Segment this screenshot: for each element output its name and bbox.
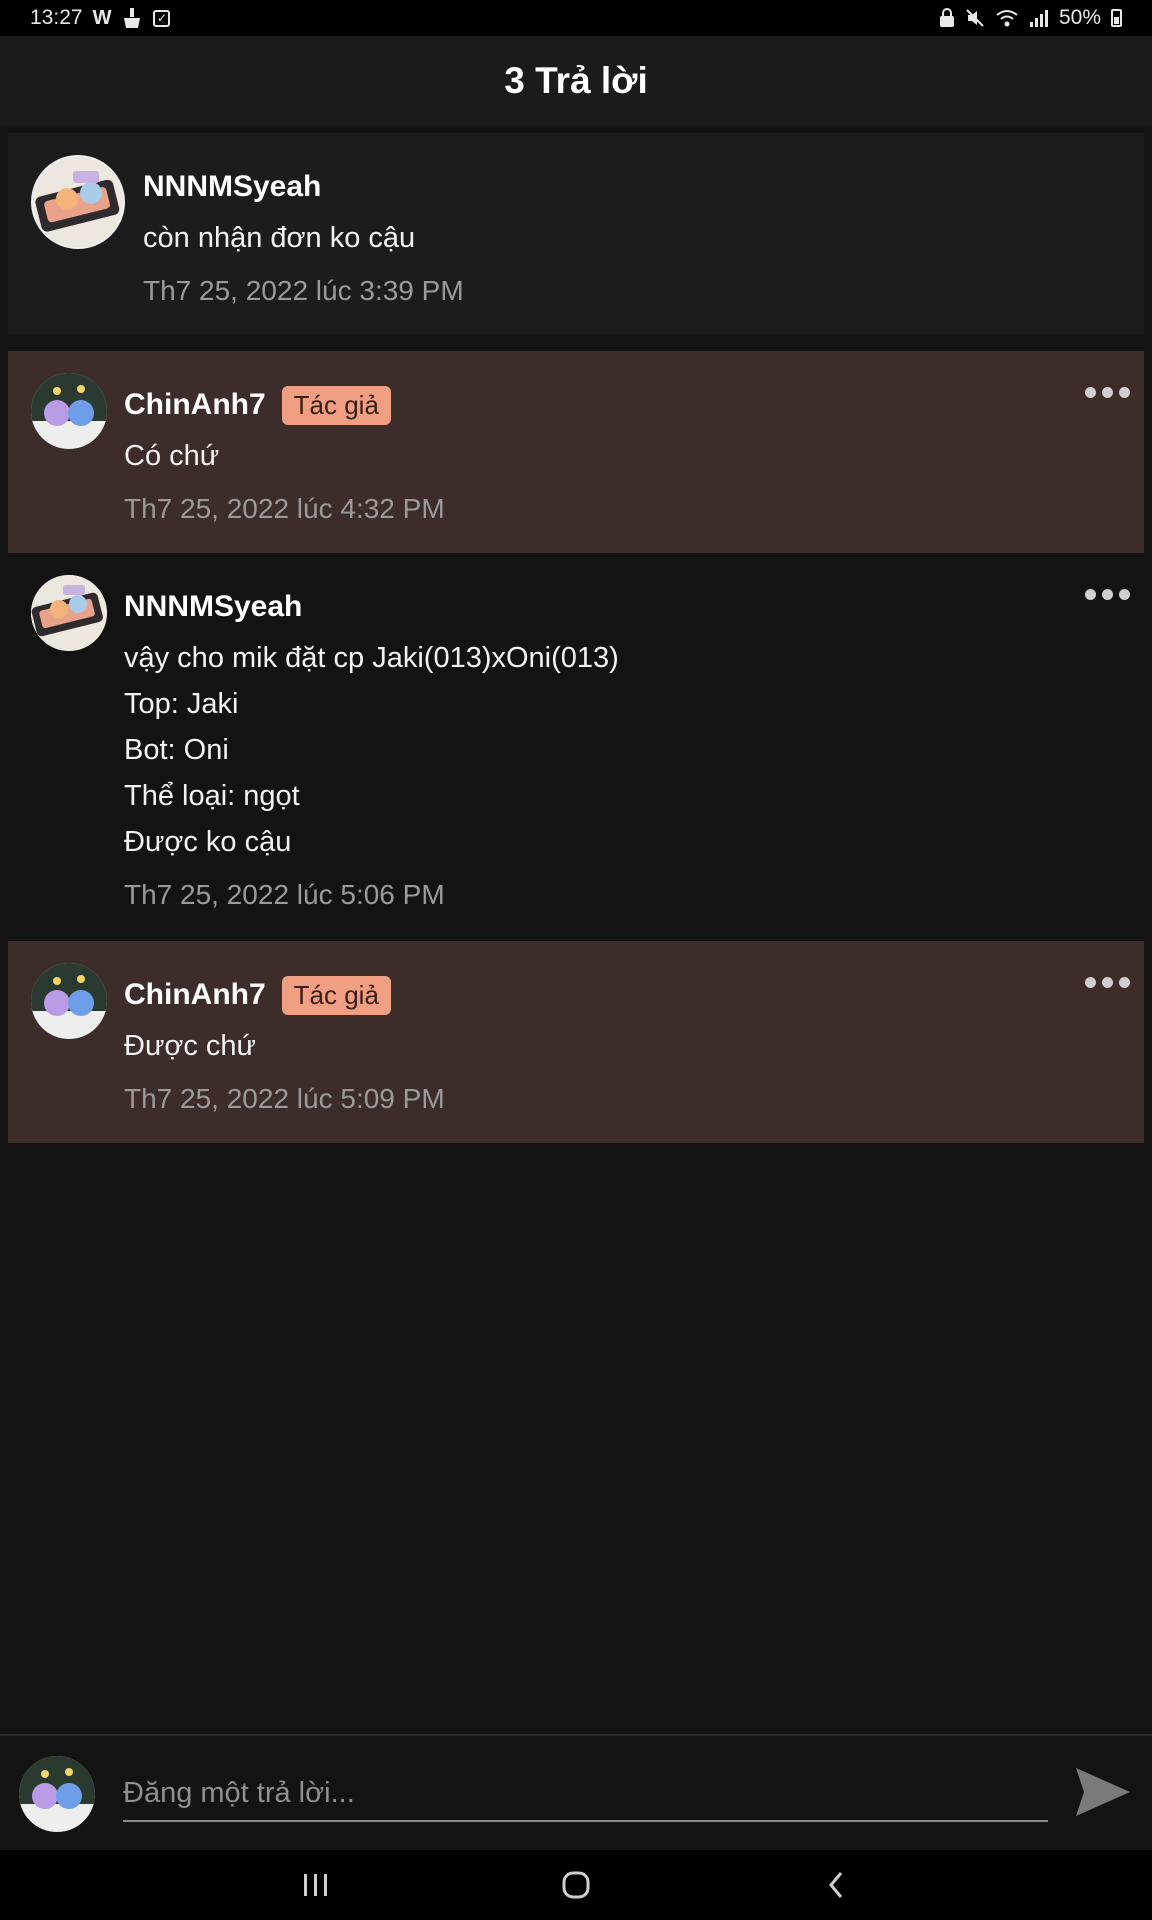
comment-body: ChinAnh7 Tác giả Có chứ Th7 25, 2022 lúc… <box>124 383 445 525</box>
name-row: ChinAnh7 Tác giả <box>124 383 445 427</box>
reply-author: ChinAnh7 Tác giả Có chứ Th7 25, 2022 lúc… <box>8 351 1144 553</box>
lock-icon <box>939 8 954 27</box>
w-app-icon: W <box>92 6 112 29</box>
dot-icon <box>1102 387 1113 398</box>
battery-percent: 50% <box>1058 6 1101 29</box>
page-title: 3 Trả lời <box>504 60 648 101</box>
username[interactable]: ChinAnh7 <box>124 388 266 422</box>
username[interactable]: ChinAnh7 <box>124 978 266 1012</box>
comment-text-line: Bot: Oni <box>124 734 229 766</box>
recent-apps-button[interactable] <box>286 1860 346 1910</box>
author-badge: Tác giả <box>281 975 391 1015</box>
current-user-avatar <box>19 1756 95 1832</box>
status-right: 50% <box>939 6 1122 30</box>
avatar-image <box>31 373 107 449</box>
author-badge: Tác giả <box>281 385 391 425</box>
status-left: 13:27 W ✓ <box>30 6 171 30</box>
avatar[interactable] <box>31 963 107 1039</box>
timestamp: Th7 25, 2022 lúc 3:39 PM <box>143 275 464 306</box>
avatar[interactable] <box>31 575 107 651</box>
comment-body: NNNMSyeah còn nhận đơn ko cậu Th7 25, 20… <box>143 165 464 307</box>
comment-body: ChinAnh7 Tác giả Được chứ Th7 25, 2022 l… <box>124 973 445 1115</box>
avatar-image <box>31 575 107 651</box>
home-icon <box>562 1871 590 1899</box>
reply: NNNMSyeah vậy cho mik đặt cp Jaki(013)xO… <box>8 553 1144 941</box>
username[interactable]: NNNMSyeah <box>143 170 321 204</box>
dot-icon <box>1102 589 1113 600</box>
timestamp: Th7 25, 2022 lúc 4:32 PM <box>124 493 445 524</box>
dot-icon <box>1085 977 1096 988</box>
comment-text: Được chứ <box>124 1030 256 1062</box>
avatar[interactable] <box>31 155 125 249</box>
dot-icon <box>1119 589 1130 600</box>
name-row: NNNMSyeah <box>124 585 619 629</box>
wifi-icon <box>996 10 1018 27</box>
comment-text: Có chứ <box>124 440 220 472</box>
comment-text-line: Top: Jaki <box>124 688 239 720</box>
reply-author: ChinAnh7 Tác giả Được chứ Th7 25, 2022 l… <box>8 941 1144 1143</box>
avatar-image <box>19 1756 95 1832</box>
comment-body: NNNMSyeah vậy cho mik đặt cp Jaki(013)xO… <box>124 585 619 911</box>
dot-icon <box>1119 977 1130 988</box>
name-row: ChinAnh7 Tác giả <box>124 973 445 1017</box>
back-button[interactable] <box>806 1860 866 1910</box>
battery-icon <box>1111 9 1122 27</box>
status-time: 13:27 <box>30 6 83 29</box>
status-bar: 13:27 W ✓ 50% <box>0 0 1152 36</box>
more-options-button[interactable] <box>1085 977 1130 988</box>
checkbox-icon: ✓ <box>153 9 171 27</box>
recent-apps-icon <box>304 1874 327 1896</box>
mute-icon <box>966 9 984 27</box>
screen: 13:27 W ✓ 50% 3 Trả lời NNNMSyeah còn nh… <box>0 0 1152 1920</box>
avatar-image <box>33 157 123 247</box>
dot-icon <box>1085 589 1096 600</box>
reply-input[interactable] <box>123 1766 1048 1822</box>
username[interactable]: NNNMSyeah <box>124 590 302 624</box>
more-options-button[interactable] <box>1085 589 1130 600</box>
more-options-button[interactable] <box>1085 387 1130 398</box>
avatar-image <box>31 963 107 1039</box>
broom-icon <box>124 8 141 28</box>
system-nav-bar <box>0 1850 1152 1920</box>
signal-icon <box>1029 10 1048 27</box>
timestamp: Th7 25, 2022 lúc 5:06 PM <box>124 879 445 910</box>
dot-icon <box>1102 977 1113 988</box>
comment-text-line: Thể loại: ngọt <box>124 780 300 812</box>
home-button[interactable] <box>546 1860 606 1910</box>
comment-original: NNNMSyeah còn nhận đơn ko cậu Th7 25, 20… <box>8 133 1144 334</box>
send-button[interactable] <box>1074 1766 1132 1818</box>
comment-text-line: vậy cho mik đặt cp Jaki(013)xOni(013) <box>124 642 619 674</box>
dot-icon <box>1085 387 1096 398</box>
send-icon <box>1076 1768 1130 1816</box>
dot-icon <box>1119 387 1130 398</box>
back-icon <box>829 1872 843 1898</box>
reply-composer <box>0 1734 1152 1850</box>
avatar[interactable] <box>31 373 107 449</box>
name-row: NNNMSyeah <box>143 165 464 209</box>
timestamp: Th7 25, 2022 lúc 5:09 PM <box>124 1083 445 1114</box>
comment-text: còn nhận đơn ko cậu <box>143 222 416 254</box>
comment-text-line: Được ko cậu <box>124 826 292 858</box>
header: 3 Trả lời <box>0 36 1152 126</box>
